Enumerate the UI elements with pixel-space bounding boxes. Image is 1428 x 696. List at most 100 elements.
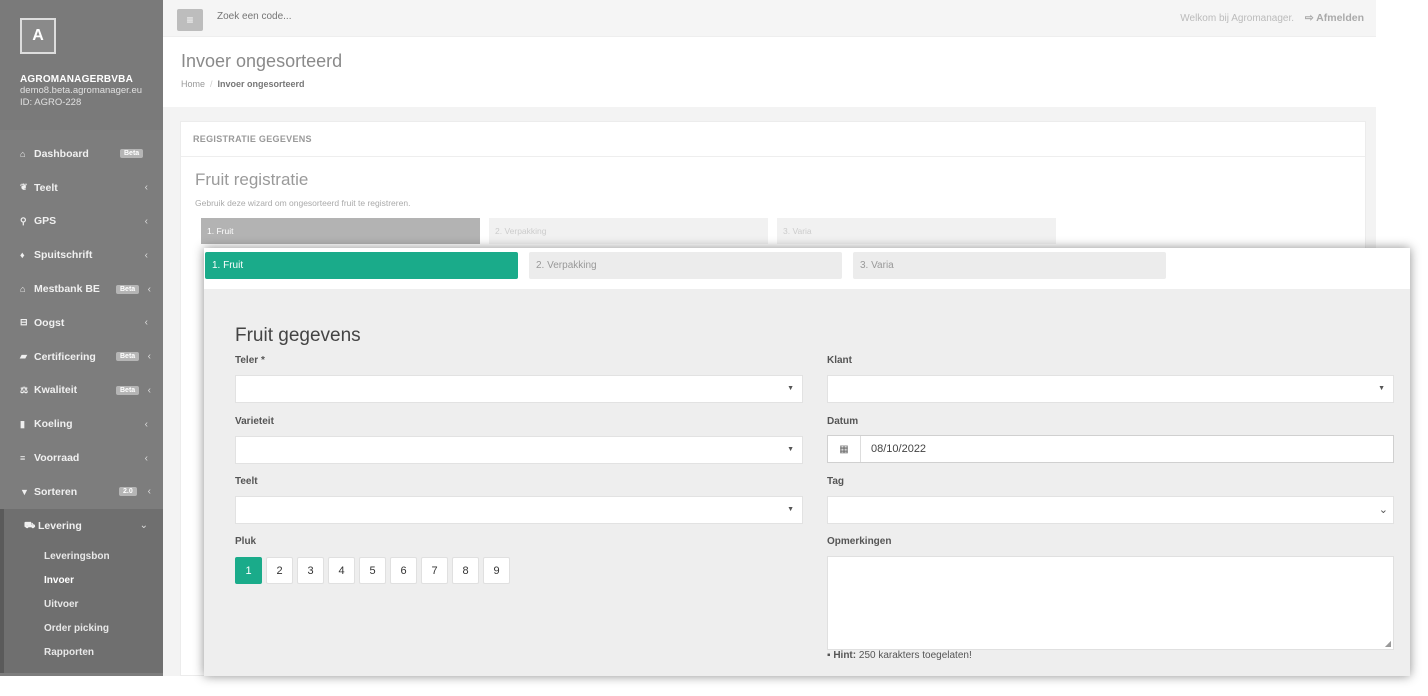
pluk-option-4[interactable]: 4 <box>328 557 355 584</box>
panel-subtitle: Gebruik deze wizard om ongesorteerd frui… <box>195 198 411 208</box>
caret-down-icon: ▼ <box>787 385 794 392</box>
sidebar-item-sorteren[interactable]: ▼ Sorteren 2.0 ‹ <box>0 475 163 509</box>
pluk-label: Pluk <box>235 536 257 547</box>
step-verpakking[interactable]: 2. Verpakking <box>529 252 842 279</box>
klant-label: Klant <box>827 355 852 366</box>
caret-down-icon: ▼ <box>787 446 794 453</box>
pluk-option-7[interactable]: 7 <box>421 557 448 584</box>
datum-input[interactable] <box>861 436 1261 462</box>
sidebar-item-label: Koeling <box>34 418 73 431</box>
varieteit-select[interactable]: ▼ <box>235 436 803 464</box>
logout-link[interactable]: ⇨ Afmelden <box>1305 12 1364 24</box>
chevron-left-icon: ‹ <box>144 418 148 430</box>
submenu-item-leveringsbon[interactable]: Leveringsbon <box>4 545 163 569</box>
teelt-select[interactable]: ▼ <box>235 496 803 524</box>
wizard-steps: 1. Fruit 2. Verpakking 3. Varia <box>204 248 1410 289</box>
opmerkingen-textarea[interactable]: ◢ <box>827 556 1394 650</box>
levering-submenu: Leveringsbon Invoer Uitvoer Order pickin… <box>0 542 163 673</box>
resize-handle-icon[interactable]: ◢ <box>1385 639 1391 648</box>
basket-icon: ⊟ <box>20 317 28 328</box>
varieteit-label: Varieteit <box>235 416 274 427</box>
bank-icon: ⌂ <box>20 284 26 295</box>
sidebar-item-label: Dashboard <box>34 147 89 160</box>
submenu-item-invoer[interactable]: Invoer <box>4 569 163 593</box>
datum-field[interactable]: ▦ <box>827 435 1394 463</box>
sidebar-item-voorraad[interactable]: ≡ Voorraad ‹ <box>0 441 163 475</box>
sidebar-item-dashboard[interactable]: ⌂ Dashboard Beta <box>0 137 163 171</box>
sidebar-item-label: Voorraad <box>34 452 80 465</box>
menu-toggle-button[interactable]: ≡ <box>177 9 203 31</box>
comment-icon: ▪ <box>827 650 831 661</box>
company-name: AGROMANAGERBVBA <box>20 74 133 85</box>
submenu-item-rapporten[interactable]: Rapporten <box>4 641 163 665</box>
sidebar-item-kwaliteit[interactable]: ⚖ Kwaliteit Beta ‹ <box>0 374 163 408</box>
beta-badge: Beta <box>116 385 140 395</box>
sidebar-item-levering[interactable]: ⛟ Levering ⌄ <box>0 508 163 543</box>
list-icon: ≡ <box>20 453 26 464</box>
tag-select[interactable]: ⌄ <box>827 496 1394 524</box>
breadcrumb-home[interactable]: Home <box>181 79 205 89</box>
sidebar-item-label: Mestbank BE <box>34 283 100 296</box>
sidebar-item-oogst[interactable]: ⊟ Oogst ‹ <box>0 306 163 340</box>
hint-label: Hint: <box>833 650 857 661</box>
drop-icon: ♦ <box>20 250 25 261</box>
chevron-down-icon: ⌄ <box>1378 504 1388 516</box>
topbar: ≡ Welkom bij Agromanager. ⇨ Afmelden <box>163 0 1376 37</box>
tag-label: Tag <box>827 476 845 487</box>
calendar-icon[interactable]: ▦ <box>828 436 861 462</box>
pluk-option-5[interactable]: 5 <box>359 557 386 584</box>
company-id: ID: AGRO-228 <box>20 97 82 108</box>
map-marker-icon: ⚲ <box>20 215 27 226</box>
chevron-left-icon: ‹ <box>144 249 148 261</box>
caret-down-icon: ▼ <box>787 506 794 513</box>
sign-out-icon: ⇨ <box>1304 12 1314 24</box>
breadcrumb-current: Invoer ongesorteerd <box>217 79 305 89</box>
company-email: demo8.beta.agromanager.eu <box>20 85 143 96</box>
hamburger-icon: ≡ <box>186 13 194 27</box>
form-title: Fruit gegevens <box>235 325 361 346</box>
home-icon: ⌂ <box>20 148 26 159</box>
sidebar-item-certificering[interactable]: ▰ Certificering Beta ‹ <box>0 340 163 374</box>
sidebar-menu: ⌂ Dashboard Beta ❦ Teelt ‹ ⚲ GPS ‹ ♦ Spu… <box>0 137 163 543</box>
sidebar: A AGROMANAGERBVBA demo8.beta.agromanager… <box>0 0 163 676</box>
sidebar-item-teelt[interactable]: ❦ Teelt ‹ <box>0 171 163 205</box>
chevron-left-icon: ‹ <box>147 486 151 498</box>
sidebar-item-gps[interactable]: ⚲ GPS ‹ <box>0 205 163 239</box>
hint-message: 250 karakters toegelaten! <box>856 650 972 661</box>
bg-step-fruit[interactable]: 1. Fruit <box>201 218 480 244</box>
teler-label: Teler * <box>235 355 265 366</box>
opmerkingen-label: Opmerkingen <box>827 536 892 547</box>
sidebar-item-label: Levering <box>38 519 82 532</box>
klant-select[interactable]: ▼ <box>827 375 1394 403</box>
topbar-right: Welkom bij Agromanager. ⇨ Afmelden <box>1180 12 1364 24</box>
pluk-option-3[interactable]: 3 <box>297 557 324 584</box>
teler-select[interactable]: ▼ <box>235 375 803 403</box>
beta-badge: Beta <box>120 149 144 159</box>
bg-step-verpakking[interactable]: 2. Verpakking <box>489 218 768 244</box>
submenu-item-uitvoer[interactable]: Uitvoer <box>4 593 163 617</box>
avatar[interactable]: A <box>20 18 56 54</box>
scale-icon: ⚖ <box>20 384 29 395</box>
pluk-option-6[interactable]: 6 <box>390 557 417 584</box>
search-input[interactable] <box>217 11 517 22</box>
datum-label: Datum <box>827 416 859 427</box>
sidebar-item-mestbank[interactable]: ⌂ Mestbank BE Beta ‹ <box>0 272 163 306</box>
pluk-option-8[interactable]: 8 <box>452 557 479 584</box>
step-varia[interactable]: 3. Varia <box>853 252 1166 279</box>
profile-block: A AGROMANAGERBVBA demo8.beta.agromanager… <box>0 0 163 130</box>
panel-heading: REGISTRATIE GEGEVENS <box>181 122 1365 157</box>
sidebar-item-koeling[interactable]: ▮ Koeling ‹ <box>0 407 163 441</box>
submenu-item-order-picking[interactable]: Order picking <box>4 617 163 641</box>
pluk-option-1[interactable]: 1 <box>235 557 262 584</box>
chevron-left-icon: ‹ <box>147 384 151 396</box>
bg-step-varia[interactable]: 3. Varia <box>777 218 1056 244</box>
step-fruit[interactable]: 1. Fruit <box>205 252 518 279</box>
panel-title: Fruit registratie <box>195 170 309 189</box>
sidebar-item-spuitschrift[interactable]: ♦ Spuitschrift ‹ <box>0 238 163 272</box>
beta-badge: Beta <box>116 352 140 362</box>
chevron-left-icon: ‹ <box>144 182 148 194</box>
pluk-selector: 1 2 3 4 5 6 7 8 9 <box>235 557 510 584</box>
sidebar-item-label: Teelt <box>34 181 58 194</box>
pluk-option-2[interactable]: 2 <box>266 557 293 584</box>
pluk-option-9[interactable]: 9 <box>483 557 510 584</box>
